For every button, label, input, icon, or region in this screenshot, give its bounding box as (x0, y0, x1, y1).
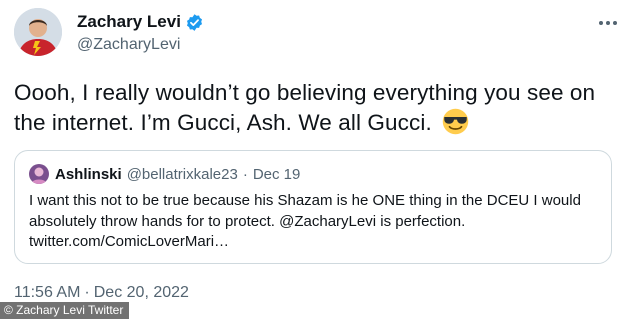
author-avatar[interactable] (14, 8, 62, 56)
quoted-tweet-header: Ashlinski @bellatrixkale23 · Dec 19 (29, 164, 300, 184)
sunglasses-emoji-icon (442, 108, 469, 135)
quoted-display-name[interactable]: Ashlinski (55, 166, 122, 183)
quoted-tweet-text: I want this not to be true because his S… (29, 192, 581, 250)
author-display-name[interactable]: Zachary Levi (77, 12, 181, 32)
verified-badge-icon (185, 13, 204, 32)
tweet-text: Oooh, I really wouldn’t go believing eve… (14, 80, 596, 135)
tweet-timestamp[interactable]: 11:56 AM · Dec 20, 2022 (14, 284, 189, 302)
quoted-author-avatar (29, 164, 49, 184)
timestamp-date: Dec 20, 2022 (93, 284, 189, 301)
quoted-separator: · (242, 165, 248, 183)
author-handle[interactable]: @ZacharyLevi (77, 36, 180, 54)
tweet-card: Zachary Levi @ZacharyLevi Oooh, I really… (0, 0, 634, 319)
quoted-tweet[interactable]: Ashlinski @bellatrixkale23 · Dec 19 I wa… (14, 150, 612, 264)
timestamp-separator: · (84, 284, 90, 301)
image-credit: © Zachary Levi Twitter (0, 302, 130, 319)
quoted-handle[interactable]: @bellatrixkale23 (127, 166, 238, 183)
more-options-icon[interactable] (598, 14, 618, 25)
author-name-row: Zachary Levi (77, 12, 204, 32)
quoted-date[interactable]: Dec 19 (253, 166, 301, 183)
tweet-body: Oooh, I really wouldn’t go believing eve… (14, 78, 620, 138)
timestamp-time: 11:56 AM (14, 284, 81, 301)
avatar-image (14, 8, 62, 56)
